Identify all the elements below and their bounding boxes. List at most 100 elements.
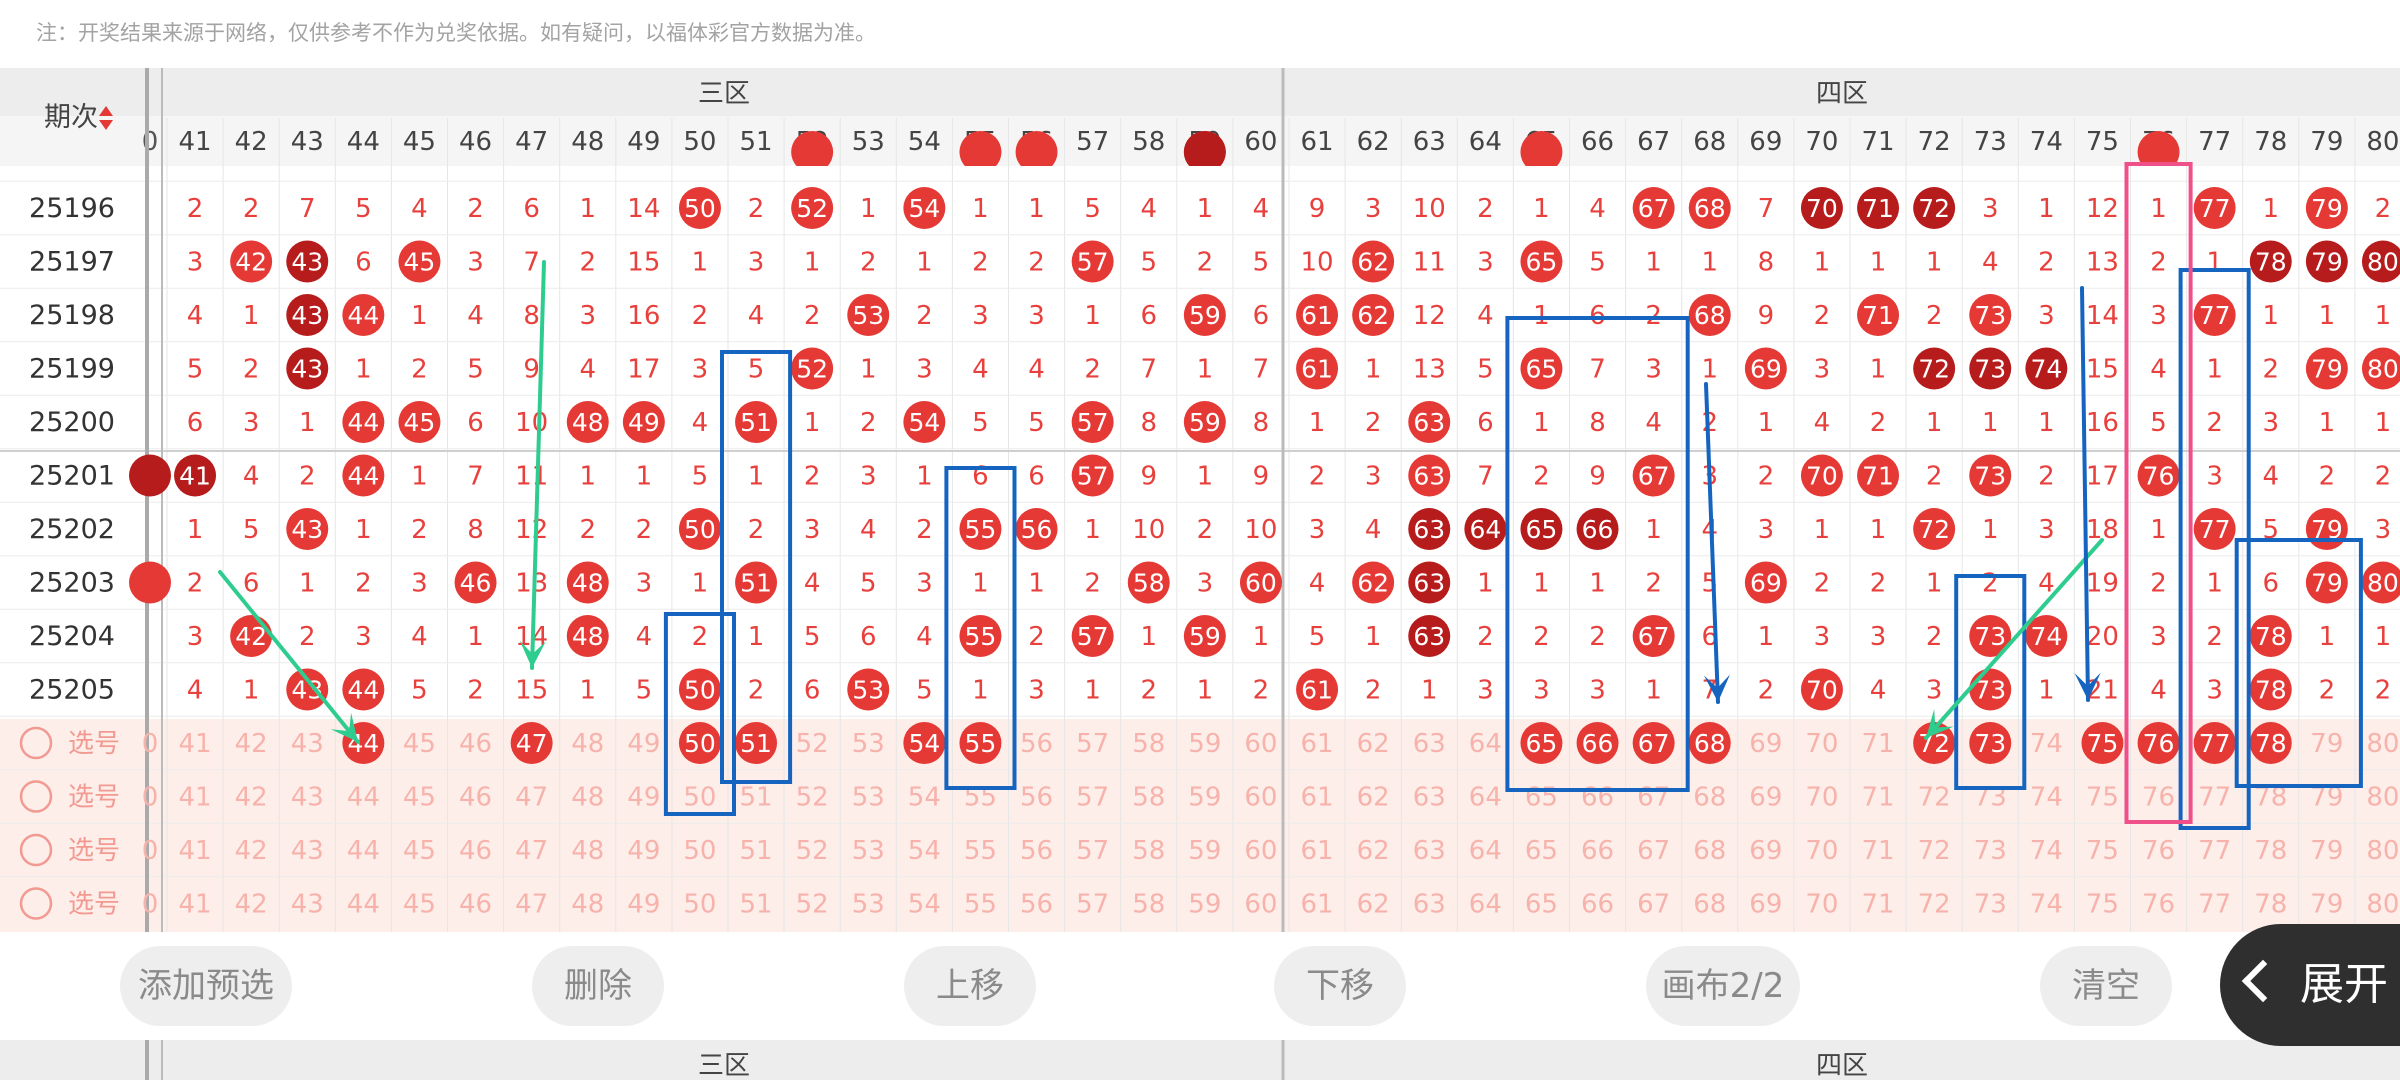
select-number[interactable]: 48 [571, 836, 604, 866]
select-number[interactable]: 71 [1862, 783, 1895, 813]
select-number[interactable]: 72 [1918, 890, 1951, 920]
select-number[interactable]: 58 [1132, 783, 1165, 813]
select-number[interactable]: 42 [235, 836, 268, 866]
select-number[interactable]: 65 [1525, 836, 1558, 866]
select-number[interactable]: 66 [1581, 890, 1614, 920]
select-number[interactable]: 63 [1413, 836, 1446, 866]
selected-number[interactable]: 47 [516, 729, 548, 758]
select-number[interactable]: 45 [403, 890, 436, 920]
select-number[interactable]: 48 [571, 729, 604, 759]
select-number[interactable]: 49 [627, 783, 660, 813]
select-number[interactable]: 75 [2086, 890, 2119, 920]
select-number[interactable]: 67 [1637, 783, 1670, 813]
select-number[interactable]: 73 [1974, 836, 2007, 866]
select-number[interactable]: 57 [1076, 836, 1109, 866]
add-preselect-button[interactable]: 添加预选 [120, 946, 292, 1026]
select-number[interactable]: 51 [740, 783, 773, 813]
select-number[interactable]: 56 [1020, 836, 1053, 866]
move-up-button[interactable]: 上移 [904, 946, 1036, 1026]
select-number[interactable]: 68 [1693, 890, 1726, 920]
select-label[interactable]: 选号 [68, 890, 120, 920]
select-number[interactable]: 56 [1020, 729, 1053, 759]
select-number[interactable]: 52 [796, 836, 829, 866]
select-number[interactable]: 70 [1805, 890, 1838, 920]
select-number[interactable]: 66 [1581, 783, 1614, 813]
select-number[interactable]: 58 [1132, 890, 1165, 920]
select-number[interactable]: 52 [796, 729, 829, 759]
select-number[interactable]: 74 [2030, 729, 2063, 759]
select-number[interactable]: 63 [1413, 890, 1446, 920]
select-number[interactable]: 72 [1918, 783, 1951, 813]
select-number[interactable]: 61 [1301, 729, 1334, 759]
trend-grid[interactable]: 三区四区三区四区期次041424344454647484950515253545… [0, 0, 2400, 1080]
selected-number[interactable]: 66 [1582, 729, 1614, 758]
select-number[interactable]: 45 [403, 783, 436, 813]
selected-number[interactable]: 54 [908, 729, 940, 758]
selected-number[interactable]: 67 [1638, 729, 1670, 758]
select-number[interactable]: 58 [1132, 836, 1165, 866]
select-number[interactable]: 45 [403, 729, 436, 759]
selected-number[interactable]: 65 [1526, 729, 1558, 758]
select-number[interactable]: 67 [1637, 890, 1670, 920]
select-number[interactable]: 42 [235, 783, 268, 813]
select-number[interactable]: 57 [1076, 729, 1109, 759]
select-number[interactable]: 69 [1749, 783, 1782, 813]
expand-button[interactable]: 展开 [2220, 924, 2400, 1046]
select-number[interactable]: 54 [908, 890, 941, 920]
select-number[interactable]: 45 [403, 836, 436, 866]
select-number[interactable]: 51 [740, 890, 773, 920]
delete-button[interactable]: 删除 [532, 946, 664, 1026]
select-number[interactable]: 46 [459, 836, 492, 866]
select-number[interactable]: 56 [1020, 890, 1053, 920]
select-number[interactable]: 41 [179, 729, 212, 759]
select-number[interactable]: 60 [1244, 890, 1277, 920]
select-number[interactable]: 78 [2254, 836, 2287, 866]
select-number[interactable]: 64 [1469, 783, 1502, 813]
select-number[interactable]: 60 [1244, 836, 1277, 866]
select-number[interactable]: 41 [179, 783, 212, 813]
selected-number[interactable]: 51 [740, 729, 772, 758]
select-number[interactable]: 56 [1020, 783, 1053, 813]
select-number[interactable]: 79 [2310, 890, 2343, 920]
select-number[interactable]: 79 [2310, 836, 2343, 866]
clear-button[interactable]: 清空 [2040, 946, 2172, 1026]
select-number[interactable]: 74 [2030, 890, 2063, 920]
select-number[interactable]: 43 [291, 783, 324, 813]
select-number[interactable]: 44 [347, 836, 380, 866]
select-number[interactable]: 69 [1749, 729, 1782, 759]
select-number[interactable]: 65 [1525, 783, 1558, 813]
select-number[interactable]: 80 [2366, 729, 2399, 759]
select-number[interactable]: 76 [2142, 836, 2175, 866]
select-number[interactable]: 64 [1469, 836, 1502, 866]
select-number[interactable]: 59 [1188, 729, 1221, 759]
select-number[interactable]: 76 [2142, 890, 2175, 920]
select-number[interactable]: 52 [796, 783, 829, 813]
select-number[interactable]: 44 [347, 890, 380, 920]
select-number[interactable]: 80 [2366, 783, 2399, 813]
select-number[interactable]: 70 [1805, 836, 1838, 866]
select-number[interactable]: 51 [740, 836, 773, 866]
select-number[interactable]: 70 [1805, 729, 1838, 759]
selected-number[interactable]: 73 [1974, 729, 2006, 758]
select-number[interactable]: 47 [515, 783, 548, 813]
selected-number[interactable]: 75 [2087, 729, 2119, 758]
select-number[interactable]: 55 [964, 890, 997, 920]
select-number[interactable]: 71 [1862, 729, 1895, 759]
select-number[interactable]: 60 [1244, 783, 1277, 813]
select-number[interactable]: 50 [683, 836, 716, 866]
selected-number[interactable]: 55 [965, 729, 997, 758]
select-number[interactable]: 53 [852, 783, 885, 813]
select-number[interactable]: 54 [908, 836, 941, 866]
selected-number[interactable]: 50 [684, 729, 716, 758]
select-number[interactable]: 80 [2366, 890, 2399, 920]
select-number[interactable]: 76 [2142, 783, 2175, 813]
select-number[interactable]: 59 [1188, 836, 1221, 866]
select-number[interactable]: 65 [1525, 890, 1558, 920]
select-number[interactable]: 57 [1076, 783, 1109, 813]
select-number[interactable]: 46 [459, 729, 492, 759]
select-number[interactable]: 61 [1301, 890, 1334, 920]
select-number[interactable]: 42 [235, 729, 268, 759]
selected-number[interactable]: 77 [2199, 729, 2231, 758]
select-number[interactable]: 55 [964, 836, 997, 866]
select-number[interactable]: 47 [515, 836, 548, 866]
